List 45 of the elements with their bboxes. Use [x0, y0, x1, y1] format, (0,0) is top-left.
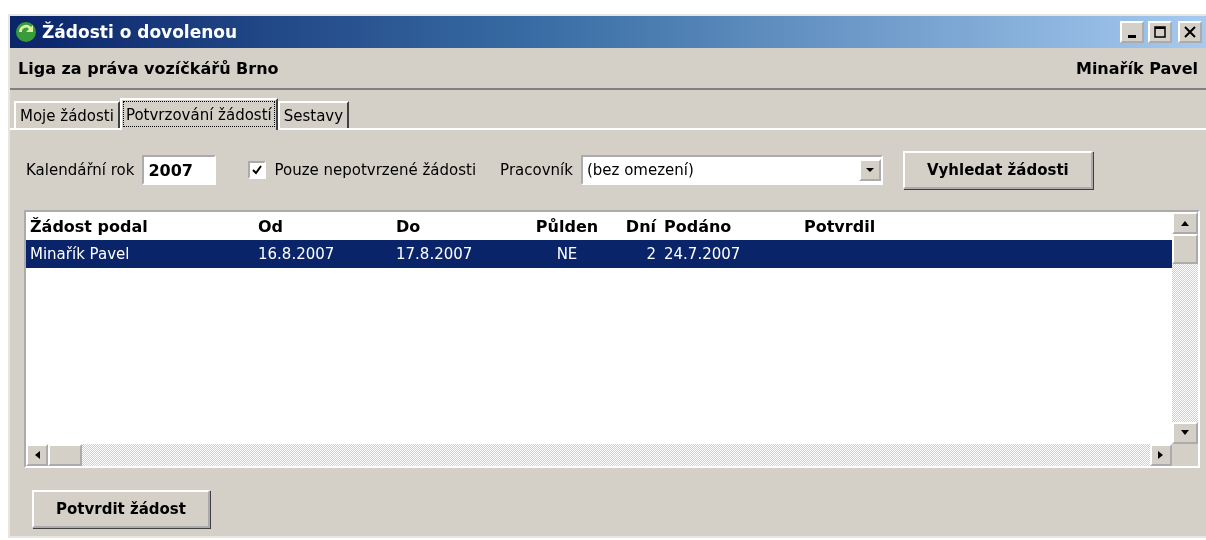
- confirm-button[interactable]: Potvrdit žádost: [32, 490, 210, 528]
- column-header: Potvrdil: [803, 216, 877, 236]
- left-arrow-icon: [33, 450, 41, 460]
- column-header: Od: [257, 216, 285, 236]
- table-cell-text: 16.8.2007: [257, 245, 336, 263]
- maximize-icon: [1154, 26, 1166, 38]
- column-header: Žádost podal: [29, 216, 149, 236]
- maximize-button[interactable]: [1148, 21, 1172, 43]
- table-row[interactable]: Minařík Pavel 16.8.2007 17.8.2007 NE 2 24.7.2007: [26, 240, 1172, 268]
- organization-name: Liga za práva vozíčkářů Brno: [18, 58, 279, 78]
- up-arrow-icon: [1180, 219, 1190, 227]
- right-arrow-icon: [1157, 450, 1165, 460]
- tab[interactable]: Moje žádosti: [14, 101, 120, 128]
- year-label: Kalendářní rok: [26, 161, 135, 179]
- tab[interactable]: Sestavy: [277, 101, 350, 128]
- table-cell-text: Minařík Pavel: [29, 245, 131, 263]
- scroll-thumb[interactable]: [1172, 234, 1198, 264]
- close-icon: [1184, 26, 1196, 38]
- vertical-scrollbar[interactable]: [1172, 212, 1198, 444]
- app-logo-icon: [14, 20, 38, 44]
- table-cell-text: 2: [645, 245, 657, 263]
- minimize-button[interactable]: [1120, 21, 1144, 43]
- close-button[interactable]: [1178, 21, 1202, 43]
- tab[interactable]: Potvrzování žádostí: [119, 98, 278, 130]
- table-cell-text: 17.8.2007: [395, 245, 474, 263]
- employee-dropdown[interactable]: (bez omezení): [580, 155, 883, 185]
- column-header: Do: [395, 216, 422, 236]
- horizontal-scrollbar[interactable]: [26, 444, 1172, 466]
- search-button[interactable]: Vyhledat žádosti: [902, 151, 1093, 189]
- scroll-thumb[interactable]: [48, 444, 82, 466]
- window-title: Žádosti o dovolenou: [42, 22, 239, 42]
- checkbox-label: Pouze nepotvrzené žádosti: [274, 161, 477, 179]
- checkbox[interactable]: [248, 161, 267, 179]
- column-header: Půlden: [534, 216, 600, 236]
- user-name: Minařík Pavel: [1075, 58, 1198, 78]
- minimize-icon: [1128, 34, 1136, 38]
- table-cell-text: NE: [555, 245, 579, 263]
- down-arrow-icon: [1180, 429, 1190, 437]
- year-field[interactable]: 2007: [142, 155, 217, 185]
- table-cell-text: 24.7.2007: [663, 245, 742, 263]
- scrollbar-corner: [1172, 444, 1198, 466]
- checkmark-icon: [252, 165, 263, 175]
- column-header: Podáno: [663, 216, 733, 236]
- column-header: Dní: [624, 216, 658, 236]
- employee-label: Pracovník: [500, 161, 573, 179]
